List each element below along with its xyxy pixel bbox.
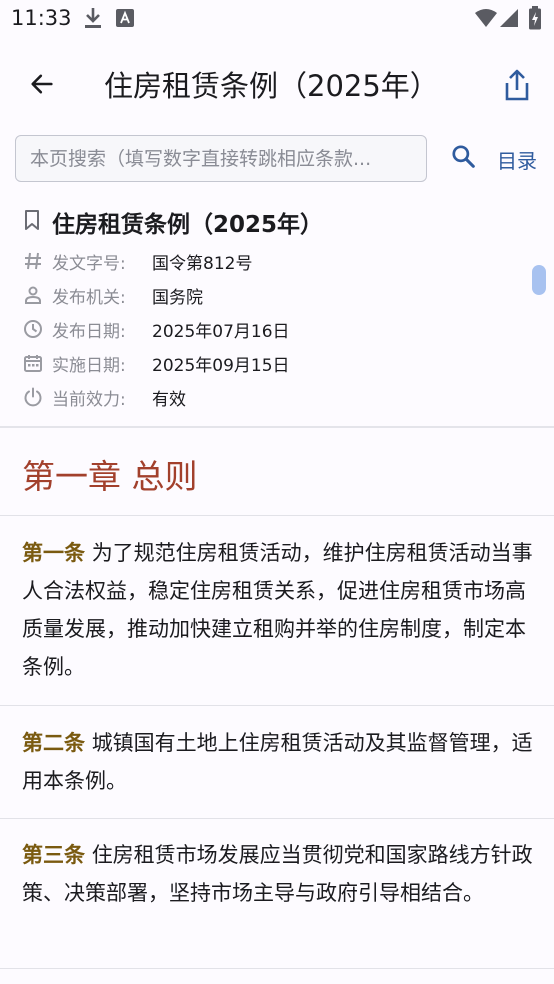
divider <box>0 705 554 706</box>
page-title: 住房租赁条例（2025年） <box>104 69 439 103</box>
meta-row-doc-number: 发文字号: 国令第812号 <box>22 246 252 276</box>
article-1: 第一条 为了规范住房租赁活动，维护住房租赁活动当事人合法权益，稳定住房租赁关系，… <box>22 534 538 686</box>
meta-row-status: 当前效力: 有效 <box>22 382 186 412</box>
divider <box>0 968 554 969</box>
download-icon <box>82 6 104 34</box>
meta-row-publish-date: 发布日期: 2025年07月16日 <box>22 314 290 344</box>
article-2: 第二条 城镇国有土地上住房租赁活动及其监督管理，适用本条例。 <box>22 724 538 800</box>
article-text: 住房租赁市场发展应当贯彻党和国家路线方针政策、决策部署，坚持市场主导与政府引导相… <box>22 843 533 905</box>
meta-label: 发布日期: <box>52 321 126 342</box>
toc-button[interactable]: 目录 <box>497 145 537 174</box>
meta-label: 当前效力: <box>52 389 126 410</box>
chapter-title: 第一章 总则 <box>22 457 198 496</box>
clock-icon <box>22 318 44 340</box>
divider <box>0 426 554 428</box>
status-time: 11:33 <box>11 6 72 30</box>
meta-label: 发文字号: <box>52 253 126 274</box>
search-icon <box>450 143 476 173</box>
meta-value: 2025年09月15日 <box>152 355 290 376</box>
bookmark-icon[interactable] <box>22 209 42 235</box>
share-button[interactable] <box>496 66 538 108</box>
arrow-back-icon <box>28 70 56 102</box>
article-3: 第三条 住房租赁市场发展应当贯彻党和国家路线方针政策、决策部署，坚持市场主导与政… <box>22 836 538 912</box>
meta-value: 2025年07月16日 <box>152 321 290 342</box>
share-icon <box>503 69 531 105</box>
meta-row-issuer: 发布机关: 国务院 <box>22 280 203 310</box>
person-icon <box>22 284 44 306</box>
status-bar: 11:33 <box>0 0 554 38</box>
battery-charging-icon <box>528 6 542 34</box>
divider <box>0 818 554 819</box>
meta-label: 发布机关: <box>52 287 126 308</box>
cell-signal-icon <box>500 8 520 32</box>
divider <box>0 515 554 516</box>
search-box <box>15 135 427 182</box>
article-number[interactable]: 第二条 <box>22 731 85 755</box>
hash-icon <box>22 250 44 272</box>
back-button[interactable] <box>22 66 62 106</box>
meta-label: 实施日期: <box>52 355 126 376</box>
meta-row-effective-date: 实施日期: 2025年09月15日 <box>22 348 290 378</box>
search-input[interactable] <box>30 136 420 181</box>
law-title-row: 住房租赁条例（2025年） <box>22 202 323 242</box>
article-number[interactable]: 第三条 <box>22 843 85 867</box>
meta-value: 国令第812号 <box>152 253 253 274</box>
article-text: 为了规范住房租赁活动，维护住房租赁活动当事人合法权益，稳定住房租赁关系，促进住房… <box>22 541 533 679</box>
law-title: 住房租赁条例（2025年） <box>52 212 324 238</box>
meta-value: 有效 <box>152 389 186 410</box>
power-icon <box>22 386 44 408</box>
calendar-icon <box>22 352 44 374</box>
wifi-icon <box>474 8 498 32</box>
article-text: 城镇国有土地上住房租赁活动及其监督管理，适用本条例。 <box>22 731 533 793</box>
app-bar: 住房租赁条例（2025年） <box>0 52 554 124</box>
app-a-icon <box>115 8 135 32</box>
scrollbar-thumb[interactable] <box>532 265 546 295</box>
search-button[interactable] <box>448 143 478 173</box>
meta-value: 国务院 <box>152 287 203 308</box>
article-number[interactable]: 第一条 <box>22 541 85 565</box>
